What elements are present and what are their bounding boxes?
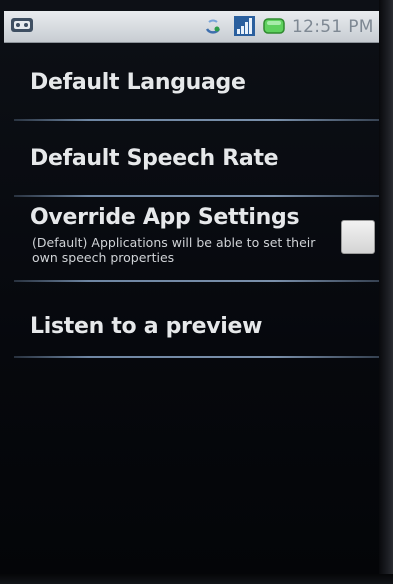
- device-bezel-bottom: [0, 574, 393, 584]
- status-time: 12:51 PM: [292, 17, 374, 37]
- battery-icon: [263, 18, 285, 34]
- divider: [14, 195, 386, 197]
- divider: [14, 119, 386, 121]
- setting-summary: (Default) Applications will be able to s…: [32, 235, 316, 265]
- notification-icon: [11, 18, 33, 32]
- device-bezel: [379, 0, 393, 584]
- divider: [14, 356, 386, 358]
- sync-icon: [205, 19, 221, 34]
- signal-icon: [234, 16, 255, 36]
- setting-title: Default Language: [30, 70, 246, 95]
- status-bar: 12:51 PM: [4, 11, 383, 43]
- setting-title: Listen to a preview: [30, 314, 263, 339]
- override-app-settings-checkbox[interactable]: [341, 220, 375, 254]
- setting-title: Default Speech Rate: [30, 146, 279, 171]
- divider: [14, 280, 386, 282]
- setting-title: Override App Settings: [30, 205, 300, 230]
